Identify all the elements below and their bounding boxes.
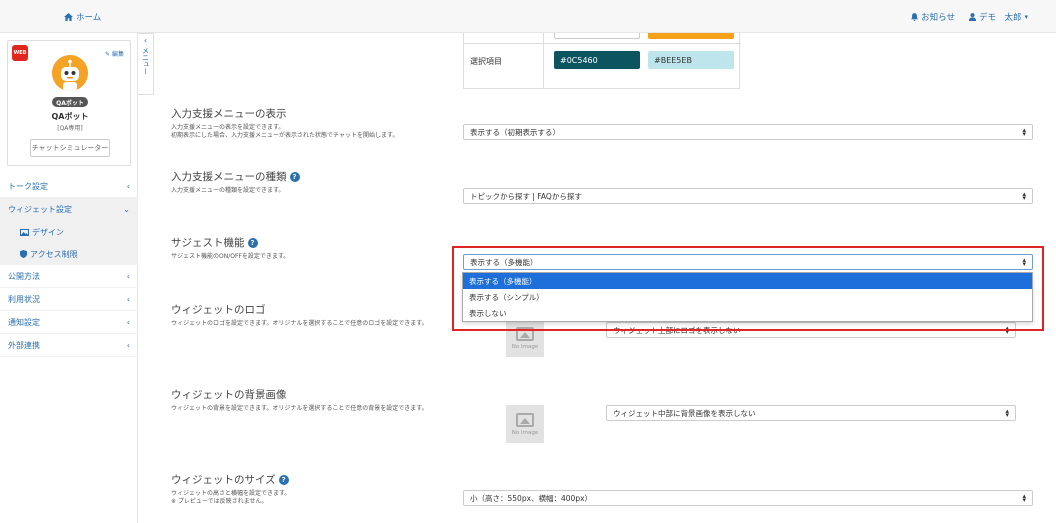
- bot-type-badge: QAボット: [52, 97, 88, 107]
- suggest-option-multi[interactable]: 表示する（多機能）: [463, 273, 1032, 289]
- bell-icon: [911, 13, 919, 21]
- user-menu[interactable]: デモ 太郎 ▾: [968, 11, 1028, 23]
- suggest-option-hide[interactable]: 表示しない: [463, 305, 1032, 321]
- suggest-dropdown-list: 表示する（多機能） 表示する（シンプル） 表示しない: [462, 272, 1033, 322]
- sidebar-item-publish[interactable]: 公開方法 ‹: [0, 265, 138, 288]
- select-arrows-icon: ▴ ▾: [1022, 256, 1026, 268]
- sidebar-item-notify[interactable]: 通知設定 ‹: [0, 311, 138, 334]
- sidebar-subitem-design[interactable]: デザイン: [0, 221, 138, 243]
- select-arrows-icon: ▴ ▾: [1022, 190, 1026, 202]
- edit-label: 編集: [111, 51, 124, 58]
- top-bar: ホーム お知らせ デモ 太郎 ▾: [0, 0, 1056, 33]
- edit-profile-link[interactable]: ✎ 編集: [105, 49, 124, 58]
- chevron-left-icon: ‹: [126, 181, 130, 191]
- color-swatch-dark[interactable]: #0C5460: [554, 51, 640, 69]
- web-badge-icon: WEB: [12, 45, 28, 61]
- sidebar-item-usage[interactable]: 利用状況 ‹: [0, 288, 138, 311]
- sidebar-item-label: 利用状況: [8, 294, 40, 304]
- chevron-left-icon: ‹: [143, 36, 148, 45]
- select-arrows-icon: ▴ ▾: [1005, 407, 1009, 419]
- sidebar: WEB ✎ 編集 QAボット QAボット [QA専用] チャットシミュレーター …: [0, 33, 138, 523]
- select-arrows-icon: ▴ ▾: [1005, 324, 1009, 336]
- home-icon: [64, 13, 73, 21]
- sidebar-item-label: トーク設定: [8, 181, 48, 191]
- logo-select[interactable]: ウィジェット上部にロゴを表示しない ▴ ▾: [606, 322, 1016, 338]
- user-icon: [968, 13, 976, 21]
- chevron-left-icon: ‹: [126, 294, 130, 304]
- section-title: ウィジェットの背景画像: [171, 389, 287, 401]
- select-arrows-icon: ▴ ▾: [1022, 492, 1026, 504]
- sidebar-item-widget[interactable]: ウィジェット設定 ⌄: [0, 198, 138, 221]
- chat-simulator-button[interactable]: チャットシミュレーター: [30, 139, 110, 157]
- chevron-left-icon: ‹: [126, 340, 130, 350]
- color-swatch-light[interactable]: #BEE5EB: [648, 51, 734, 69]
- question-icon[interactable]: ?: [247, 237, 258, 248]
- logo-preview: No Image: [506, 319, 544, 357]
- bot-subtitle: [QA専用]: [57, 125, 83, 132]
- sidebar-item-label: デザイン: [32, 227, 64, 237]
- sidebar-item-label: 外部連携: [8, 340, 40, 350]
- image-placeholder-icon: [516, 326, 534, 341]
- background-preview: No Image: [506, 405, 544, 443]
- color-row-label: 選択項目: [470, 57, 502, 66]
- color-row-selected-item: 選択項目 #0C5460 #BEE5EB: [464, 44, 741, 89]
- select-arrows-icon: ▴ ▾: [1022, 126, 1026, 138]
- section-title: 入力支援メニューの表示: [171, 108, 287, 120]
- chevron-down-icon: ⌄: [123, 204, 130, 214]
- color-row-partial: [464, 33, 741, 44]
- sidebar-nav: トーク設定 ‹ ウィジェット設定 ⌄ デザイン アクセス制限 公開方法 ‹ 利用…: [0, 175, 138, 357]
- user-name: デモ 太郎: [978, 13, 1022, 23]
- sidebar-item-label: 通知設定: [8, 317, 40, 327]
- suggest-option-simple[interactable]: 表示する（シンプル）: [463, 289, 1032, 305]
- chevron-left-icon: ‹: [126, 317, 130, 327]
- menu-tab-label: メニュー: [141, 47, 150, 75]
- suggest-select[interactable]: 表示する（多機能） ▴ ▾: [463, 254, 1033, 270]
- bot-name: QAボット: [51, 112, 89, 121]
- size-select[interactable]: 小（高さ：550px、横幅：400px） ▴ ▾: [463, 490, 1033, 506]
- menu-collapse-tab[interactable]: ‹ メニュー: [138, 33, 154, 95]
- color-swatch-white[interactable]: [554, 33, 640, 39]
- section-title: サジェスト機能 ?: [171, 235, 1051, 250]
- notifications-label: お知らせ: [921, 13, 955, 23]
- question-icon[interactable]: ?: [289, 171, 300, 182]
- sidebar-item-label: ウィジェット設定: [8, 204, 72, 214]
- input-menu-display-select[interactable]: 表示する（初期表示する） ▴ ▾: [463, 124, 1033, 140]
- sidebar-subitem-access[interactable]: アクセス制限: [0, 243, 138, 265]
- question-icon[interactable]: ?: [278, 474, 289, 485]
- image-placeholder-icon: [516, 412, 534, 427]
- background-select[interactable]: ウィジェット中部に背景画像を表示しない ▴ ▾: [606, 405, 1016, 421]
- sidebar-item-external[interactable]: 外部連携 ‹: [0, 334, 138, 357]
- color-swatch-orange[interactable]: [648, 33, 734, 39]
- chevron-left-icon: ‹: [126, 271, 130, 281]
- pencil-icon: ✎: [105, 51, 111, 58]
- input-menu-type-select[interactable]: トピックから探す | FAQから探す ▴ ▾: [463, 188, 1033, 204]
- notifications-link[interactable]: お知らせ: [911, 11, 955, 23]
- home-label: ホーム: [76, 13, 102, 23]
- bot-profile-card: WEB ✎ 編集 QAボット QAボット [QA専用] チャットシミュレーター: [7, 40, 131, 166]
- sidebar-item-label: アクセス制限: [30, 249, 78, 259]
- section-title: 入力支援メニューの種類 ?: [171, 169, 1051, 184]
- section-title: ウィジェットのサイズ ?: [171, 472, 1051, 487]
- caret-down-icon: ▾: [1024, 13, 1028, 21]
- home-link[interactable]: ホーム: [64, 11, 101, 23]
- color-settings-table: 選択項目 #0C5460 #BEE5EB: [463, 33, 741, 89]
- robot-icon: [52, 55, 88, 91]
- sidebar-item-label: 公開方法: [8, 271, 40, 281]
- shield-icon: [20, 250, 27, 258]
- sidebar-item-talk[interactable]: トーク設定 ‹: [0, 175, 138, 198]
- bot-avatar: [52, 55, 88, 91]
- image-icon: [20, 228, 29, 236]
